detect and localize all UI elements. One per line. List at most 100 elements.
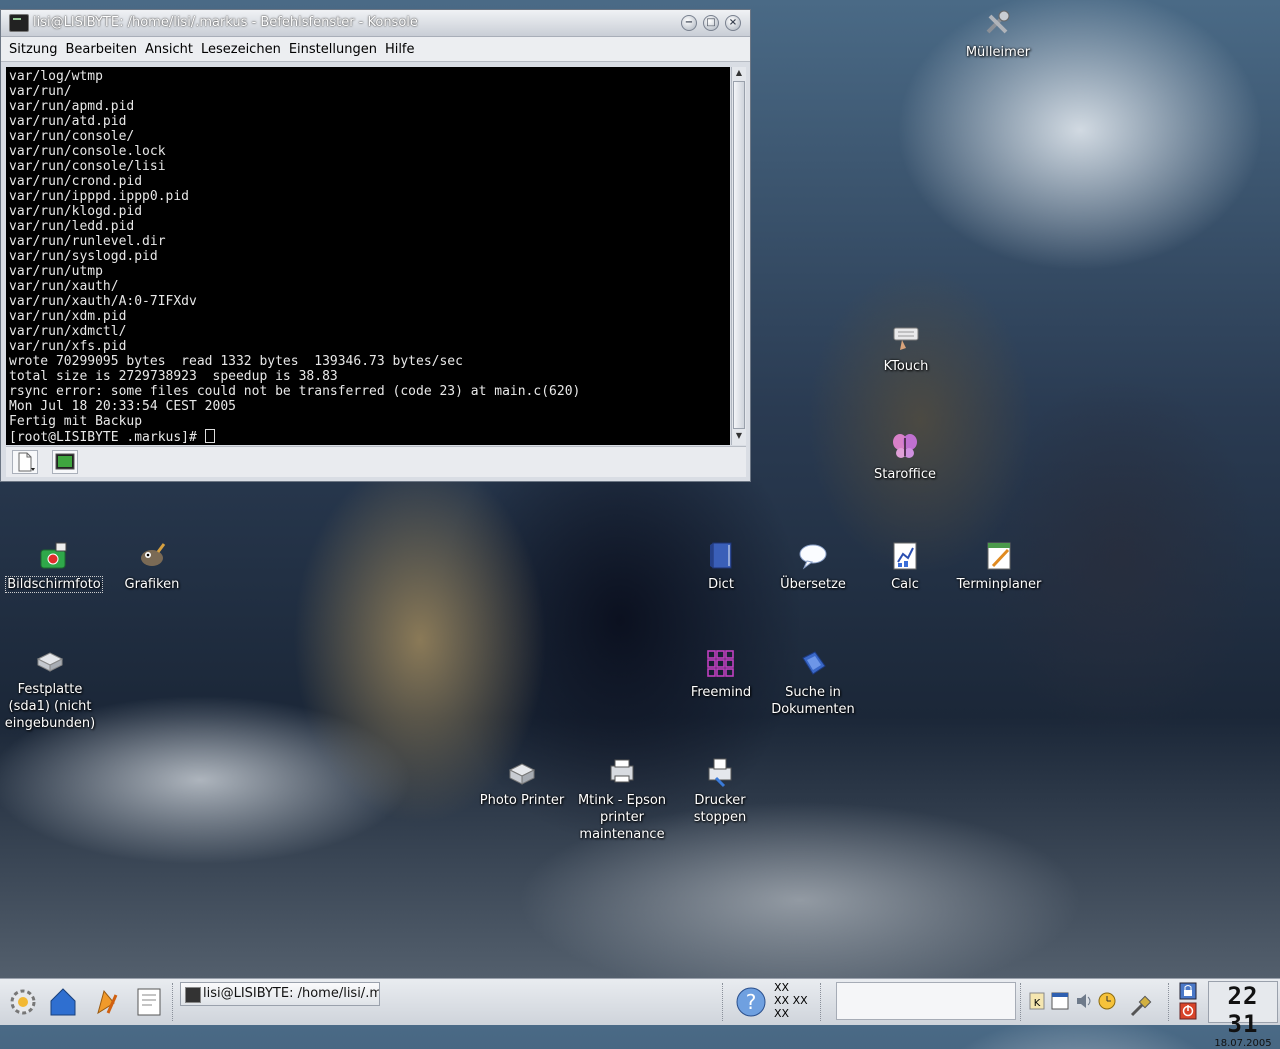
- terminal-line: wrote 70299095 bytes read 1332 bytes 139…: [9, 354, 463, 369]
- new-session-button[interactable]: [12, 450, 38, 474]
- svg-text:?: ?: [746, 990, 757, 1014]
- desktop-icon-label: Calc: [891, 577, 919, 592]
- keyboard-hand-icon: [893, 327, 919, 350]
- desktop-icon-label: Dict: [708, 577, 734, 592]
- desktop-icon-bildschirmfoto[interactable]: Bildschirmfoto: [2, 540, 106, 593]
- panel-clock[interactable]: 22 31 18.07.2005: [1208, 981, 1278, 1049]
- terminal-session-icon: [55, 453, 75, 470]
- konqueror-icon: [97, 989, 118, 1015]
- tray-calendar-icon[interactable]: [1050, 991, 1070, 1015]
- scrollbar-thumb[interactable]: [733, 81, 745, 429]
- text-cursor: [204, 429, 215, 443]
- printer-maintenance-icon: [610, 759, 634, 783]
- menu-sitzung[interactable]: Sitzung: [5, 42, 62, 57]
- tray-volume-icon[interactable]: [1074, 991, 1094, 1015]
- task-label: lisi@LISIBYTE: /home/lisi/.m: [203, 986, 380, 1001]
- desktop-icon-drucker-stoppen[interactable]: Drucker stoppen: [682, 756, 758, 826]
- menu-bearbeiten[interactable]: Bearbeiten: [62, 42, 141, 57]
- logout-button[interactable]: [1178, 1002, 1198, 1024]
- session-tab[interactable]: [52, 450, 78, 474]
- panel-separator: [1020, 983, 1024, 1021]
- desktop-icon-label: Mülleimer: [965, 45, 1031, 60]
- pager-desktop[interactable]: XX XX: [774, 994, 808, 1007]
- tray-klipper-icon[interactable]: K: [1028, 991, 1046, 1015]
- desktop-icon-staroffice[interactable]: Staroffice: [865, 430, 945, 483]
- butterfly-icon: [893, 434, 917, 458]
- menubar: Sitzung Bearbeiten Ansicht Lesezeichen E…: [1, 37, 750, 62]
- tray-alarm-clock-icon[interactable]: [1096, 989, 1118, 1015]
- menu-lesezeichen[interactable]: Lesezeichen: [197, 42, 285, 57]
- window-titlebar[interactable]: lisi@LISIBYTE: /home/lisi/.markus - Befe…: [1, 10, 750, 37]
- scroll-down-arrow-icon[interactable]: ▼: [733, 431, 745, 444]
- menu-einstellungen[interactable]: Einstellungen: [285, 42, 381, 57]
- help-button[interactable]: ?: [732, 983, 766, 1021]
- desktop-icon-label: Dokumenten: [771, 702, 855, 717]
- terminal-line: var/run/apmd.pid: [9, 99, 135, 114]
- help-lifebuoy-icon: ?: [736, 987, 766, 1017]
- calendar-pencil-icon: [987, 542, 1011, 570]
- maximize-button[interactable]: □: [703, 15, 719, 31]
- lock-screen-button[interactable]: [1178, 982, 1198, 1004]
- gimp-icon: [141, 543, 166, 566]
- desktop-icon-calc[interactable]: Calc: [872, 540, 938, 593]
- scroll-up-arrow-icon[interactable]: ▲: [733, 68, 745, 81]
- terminal-line: var/run/crond.pid: [9, 174, 143, 189]
- desktop-icon-suche-in-dokumenten[interactable]: Suche in Dokumenten: [766, 648, 860, 718]
- terminal-line: var/run/utmp: [9, 264, 103, 279]
- desktop-icon-label: KTouch: [883, 359, 929, 374]
- home-icon: [50, 988, 76, 1016]
- terminal-line: var/run/runlevel.dir: [9, 234, 166, 249]
- editor-button[interactable]: [132, 983, 166, 1021]
- pager-desktop[interactable]: XX: [774, 981, 808, 994]
- kde-gear-icon: [10, 989, 36, 1015]
- konqueror-button[interactable]: [90, 983, 124, 1021]
- konsole-icon[interactable]: [9, 14, 29, 32]
- menu-hilfe[interactable]: Hilfe: [381, 42, 419, 57]
- minimize-button[interactable]: −: [681, 15, 697, 31]
- terminal-output[interactable]: var/log/wtmp var/run/ var/run/apmd.pid v…: [6, 67, 730, 445]
- konsole-window[interactable]: lisi@LISIBYTE: /home/lisi/.markus - Befe…: [0, 9, 751, 482]
- spreadsheet-chart-icon: [893, 542, 917, 570]
- desktop-icon-label: Freemind: [690, 685, 752, 700]
- text-editor-icon: [137, 988, 161, 1016]
- desktop-icon-dict[interactable]: Dict: [690, 540, 752, 593]
- menu-ansicht[interactable]: Ansicht: [141, 42, 197, 57]
- tools-trash-icon: [986, 10, 1010, 34]
- home-folder-button[interactable]: [46, 983, 80, 1021]
- desktop-icon-terminplaner[interactable]: Terminplaner: [952, 540, 1046, 593]
- terminal-line: var/run/xdm.pid: [9, 309, 127, 324]
- desktop-icon-ktouch[interactable]: KTouch: [866, 322, 946, 375]
- k-menu-button[interactable]: [6, 983, 40, 1021]
- desktop-icon-label: Grafiken: [124, 577, 180, 592]
- terminal-prompt-line[interactable]: [root@LISIBYTE .markus]#: [9, 429, 730, 445]
- desktop-icon-grafiken[interactable]: Grafiken: [112, 540, 192, 593]
- terminal-line: var/run/console/: [9, 129, 135, 144]
- tray-network-plug-icon[interactable]: [1128, 993, 1154, 1023]
- printer-icon: [508, 763, 536, 785]
- desktop-icon-uebersetze[interactable]: Übersetze: [773, 540, 853, 593]
- screenshot-camera-icon: [40, 542, 67, 569]
- desktop-icon-label: (sda1) (nicht: [8, 699, 92, 714]
- desktop-icon-label: printer: [600, 810, 644, 825]
- new-document-icon: [18, 452, 35, 472]
- desktop-pager[interactable]: XX XX XX XX: [774, 981, 808, 1020]
- terminal-prompt: [root@LISIBYTE .markus]#: [9, 430, 205, 445]
- desktop-icon-label: Terminplaner: [956, 577, 1042, 592]
- pager-desktop[interactable]: XX: [774, 1007, 808, 1020]
- power-icon: [1179, 1002, 1197, 1020]
- printer-stop-icon: [708, 758, 732, 788]
- clock-date: 18.07.2005: [1214, 1038, 1272, 1049]
- session-tabbar: [6, 446, 746, 477]
- desktop-icon-festplatte[interactable]: Festplatte (sda1) (nicht eingebunden): [2, 645, 98, 732]
- taskbar-konsole-task[interactable]: lisi@LISIBYTE: /home/lisi/.m: [180, 982, 380, 1006]
- terminal-line: var/run/syslogd.pid: [9, 249, 158, 264]
- desktop-icon-photo-printer[interactable]: Photo Printer: [472, 756, 572, 809]
- terminal-line: var/log/wtmp: [9, 69, 103, 84]
- search-documents-icon: [802, 651, 826, 675]
- clock-time: 22 31: [1227, 982, 1259, 1038]
- desktop-icon-mtink[interactable]: Mtink - Epson printer maintenance: [572, 756, 672, 843]
- desktop-icon-freemind[interactable]: Freemind: [686, 648, 756, 701]
- close-button[interactable]: ×: [725, 15, 741, 31]
- desktop-icon-muelleimer[interactable]: Mülleimer: [958, 8, 1038, 61]
- terminal-scrollbar[interactable]: ▲ ▼: [731, 67, 746, 445]
